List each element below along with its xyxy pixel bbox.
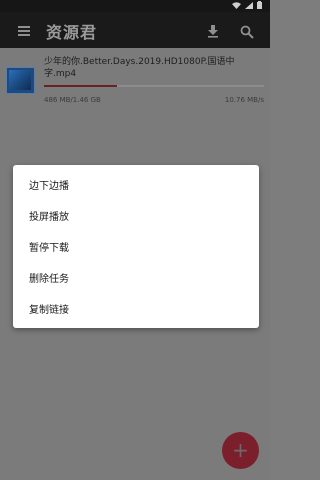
download-task-item[interactable]: 少年的你.Better.Days.2019.HD1080P.国语中字.mp4 4… [0, 48, 270, 110]
video-thumbnail [6, 67, 35, 94]
search-icon[interactable] [240, 24, 254, 39]
app-title: 资源君 [46, 23, 98, 42]
battery-icon [257, 1, 262, 11]
menu-item-pause-download[interactable]: 暂停下载 [13, 231, 259, 262]
task-options-dialog: 边下边播 投屏播放 暂停下载 删除任务 复制链接 [13, 165, 259, 328]
download-progress-fill [44, 85, 117, 87]
download-icon[interactable] [206, 23, 220, 38]
wifi-icon [232, 1, 241, 11]
menu-icon[interactable] [18, 26, 30, 36]
signal-icon [245, 1, 253, 11]
menu-item-delete-task[interactable]: 删除任务 [13, 262, 259, 293]
task-speed: 10.76 MB/s [224, 96, 264, 104]
menu-item-play-while-downloading[interactable]: 边下边播 [13, 169, 259, 200]
task-size: 486 MB/1.46 GB [44, 96, 101, 104]
add-task-button[interactable]: + [222, 432, 259, 469]
menu-item-copy-link[interactable]: 复制链接 [13, 293, 259, 324]
menu-item-cast-play[interactable]: 投屏播放 [13, 200, 259, 231]
app-bar: 资源君 [0, 12, 270, 48]
status-bar [0, 0, 270, 12]
task-file-name: 少年的你.Better.Days.2019.HD1080P.国语中字.mp4 [44, 57, 235, 79]
download-progress-bar [44, 85, 264, 87]
